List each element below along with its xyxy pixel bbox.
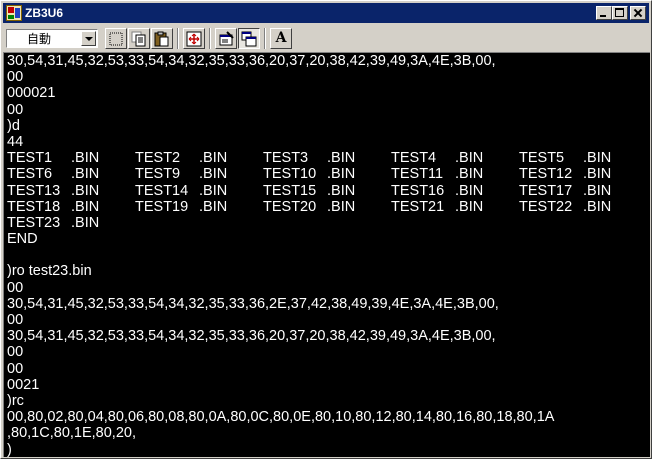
file-extension: .BIN bbox=[583, 166, 612, 183]
file-name: TEST12 bbox=[519, 166, 573, 183]
file-name: TEST19 bbox=[135, 198, 189, 215]
minimize-button[interactable] bbox=[596, 6, 612, 20]
windows-icon bbox=[241, 31, 257, 47]
file-name: TEST16 bbox=[391, 182, 445, 199]
console-line: 30,54,31,45,32,53,33,54,34,32,35,33,36,2… bbox=[7, 53, 496, 69]
fullscreen-button[interactable] bbox=[183, 28, 205, 49]
mode-select[interactable]: 自動 bbox=[6, 29, 98, 48]
file-name: TEST2 bbox=[135, 150, 181, 167]
directory-row: TEST18 .BIN TEST19 .BIN TEST20 .BIN TEST21 .BIN… bbox=[7, 198, 611, 215]
file-name: TEST21 bbox=[391, 198, 445, 215]
file-name: TEST15 bbox=[263, 182, 317, 199]
file-extension: .BIN bbox=[71, 166, 100, 183]
properties-button[interactable] bbox=[215, 28, 237, 49]
console-lines: 30,54,31,45,32,53,33,54,34,32,35,33,36,2… bbox=[7, 53, 611, 458]
file-extension: .BIN bbox=[455, 198, 484, 215]
file-extension: .BIN bbox=[327, 166, 356, 183]
properties-icon bbox=[219, 31, 234, 46]
file-extension: .BIN bbox=[583, 182, 612, 199]
console-line: 30,54,31,45,32,53,33,54,34,32,35,33,36,2… bbox=[7, 295, 499, 312]
console-line: 000021 bbox=[7, 85, 56, 102]
file-name: TEST4 bbox=[391, 150, 437, 167]
app-window: ZB3U6 自動 A 30,54,31,45,32,53,33,54,34,32… bbox=[0, 0, 652, 459]
file-extension: .BIN bbox=[583, 198, 612, 215]
file-extension: .BIN bbox=[199, 166, 228, 183]
console-output[interactable]: 30,54,31,45,32,53,33,54,34,32,35,33,36,2… bbox=[3, 52, 650, 457]
file-name: TEST10 bbox=[263, 166, 317, 183]
console-line: END bbox=[7, 231, 38, 248]
file-extension: .BIN bbox=[71, 198, 100, 215]
file-name: TEST1 bbox=[7, 150, 53, 167]
console-line: 00 bbox=[7, 360, 24, 377]
console-line: )rc bbox=[7, 392, 24, 409]
file-name: TEST5 bbox=[519, 150, 565, 167]
directory-row: TEST13 .BIN TEST14 .BIN TEST15 .BIN TEST16 .BIN… bbox=[7, 182, 611, 199]
file-extension: .BIN bbox=[199, 182, 228, 199]
paste-icon bbox=[154, 31, 169, 47]
chevron-down-icon[interactable] bbox=[81, 31, 96, 46]
file-name: TEST13 bbox=[7, 182, 61, 199]
toolbar: 自動 A bbox=[3, 24, 649, 52]
console-line: 00 bbox=[7, 279, 24, 296]
file-extension: .BIN bbox=[327, 182, 356, 199]
file-extension: .BIN bbox=[71, 150, 100, 167]
file-name: TEST22 bbox=[519, 198, 573, 215]
file-extension: .BIN bbox=[71, 214, 100, 231]
file-extension: .BIN bbox=[455, 166, 484, 183]
file-name: TEST23 bbox=[7, 214, 61, 231]
file-name: TEST17 bbox=[519, 182, 573, 199]
font-icon: A bbox=[275, 30, 287, 46]
console-line: 00 bbox=[7, 69, 24, 86]
console-line: ) bbox=[7, 441, 12, 458]
background-toggle-button[interactable] bbox=[238, 28, 260, 49]
file-extension: .BIN bbox=[327, 150, 356, 167]
console-line: )d bbox=[7, 117, 20, 134]
directory-row: TEST23 .BIN bbox=[7, 215, 554, 231]
fullscreen-icon bbox=[186, 31, 202, 47]
file-extension: .BIN bbox=[71, 182, 100, 199]
maximize-button[interactable] bbox=[612, 6, 628, 20]
console-line: )ro test23.bin bbox=[7, 263, 92, 280]
select-region-button[interactable] bbox=[105, 28, 127, 49]
console-line: 44 bbox=[7, 133, 24, 150]
console-line: ,80,1C,80,1E,80,20, bbox=[7, 425, 136, 442]
file-extension: .BIN bbox=[455, 182, 484, 199]
directory-row: TEST6 .BIN TEST9 .BIN TEST10 .BIN TEST11 .BIN TE… bbox=[7, 166, 611, 183]
copy-icon bbox=[131, 31, 146, 47]
console-line: 00 bbox=[7, 101, 24, 118]
console-line: 00 bbox=[7, 344, 24, 361]
file-name: TEST3 bbox=[263, 150, 309, 167]
close-button[interactable] bbox=[630, 6, 646, 20]
file-name: TEST9 bbox=[135, 166, 181, 183]
window-title: ZB3U6 bbox=[25, 6, 64, 20]
file-name: TEST6 bbox=[7, 166, 53, 183]
paste-button[interactable] bbox=[151, 28, 173, 49]
file-name: TEST18 bbox=[7, 198, 61, 215]
app-icon[interactable] bbox=[6, 5, 22, 21]
console-line: 00,80,02,80,04,80,06,80,08,80,0A,80,0C,8… bbox=[7, 409, 555, 426]
file-extension: .BIN bbox=[455, 150, 484, 167]
console-line: 00 bbox=[7, 312, 24, 328]
directory-row: TEST1 .BIN TEST2 .BIN TEST3 .BIN TEST4 .BIN TEST… bbox=[7, 150, 611, 167]
file-name: TEST20 bbox=[263, 198, 317, 215]
file-extension: .BIN bbox=[583, 150, 612, 167]
file-extension: .BIN bbox=[199, 150, 228, 167]
copy-button[interactable] bbox=[128, 28, 150, 49]
console-line: 30,54,31,45,32,53,33,54,34,32,35,33,36,2… bbox=[7, 328, 496, 345]
file-extension: .BIN bbox=[199, 198, 228, 215]
file-name: TEST11 bbox=[391, 166, 444, 183]
file-extension: .BIN bbox=[327, 198, 356, 215]
file-name: TEST14 bbox=[135, 182, 189, 199]
console-line: 0021 bbox=[7, 376, 40, 393]
font-button[interactable]: A bbox=[270, 28, 292, 49]
mode-select-value: 自動 bbox=[27, 32, 52, 46]
dotted-selection-icon bbox=[109, 32, 123, 46]
title-bar[interactable]: ZB3U6 bbox=[3, 3, 649, 23]
